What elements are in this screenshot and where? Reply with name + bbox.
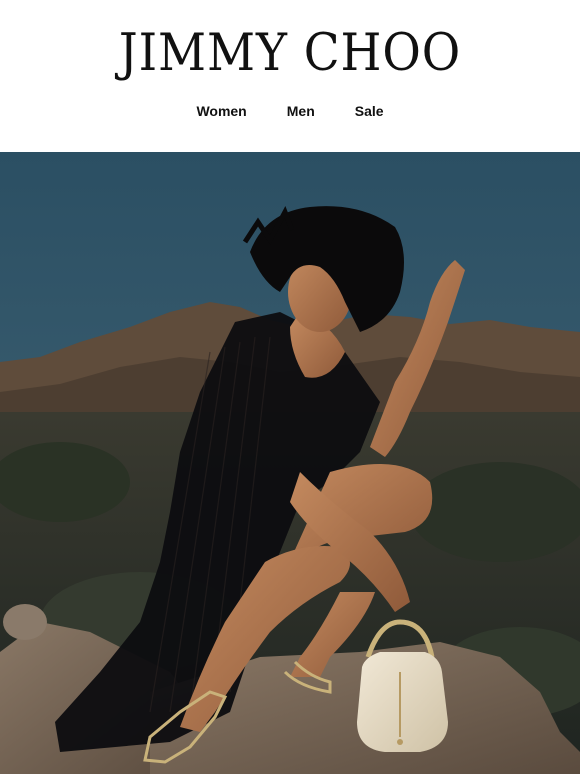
hero-banner[interactable] <box>0 152 580 774</box>
header: JIMMY CHOO Women Men Sale <box>0 0 580 152</box>
main-nav: Women Men Sale <box>0 101 580 123</box>
bag-charm <box>397 739 403 745</box>
email-page: JIMMY CHOO Women Men Sale <box>0 0 580 774</box>
hero-image[interactable] <box>0 152 580 774</box>
nav-link-men[interactable]: Men <box>287 101 315 123</box>
small-rock <box>3 604 47 640</box>
nav-link-sale[interactable]: Sale <box>355 101 384 123</box>
brand-logo[interactable]: JIMMY CHOO <box>23 24 557 84</box>
bucket-bag[interactable] <box>357 652 448 752</box>
nav-link-women[interactable]: Women <box>196 101 246 123</box>
